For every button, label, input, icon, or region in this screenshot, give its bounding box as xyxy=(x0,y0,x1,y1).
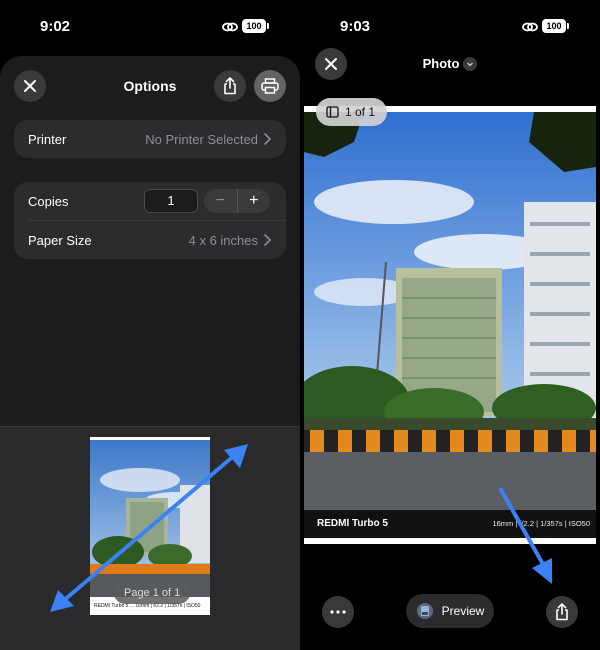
share-icon xyxy=(556,603,568,621)
chevron-down-icon xyxy=(463,56,478,71)
page-count: 1 of 1 xyxy=(345,105,376,119)
bottom-toolbar: Preview xyxy=(300,594,600,630)
status-bar: 9:03 100 xyxy=(300,0,600,52)
link-icon xyxy=(522,22,538,32)
printer-label: Printer xyxy=(28,131,67,147)
options-sheet: Options Printer No Printer Selected Copi… xyxy=(0,56,300,650)
copies-label: Copies xyxy=(28,193,69,209)
photo-title: Photo xyxy=(422,56,460,71)
decrement-button[interactable]: − xyxy=(204,189,238,213)
building-photo xyxy=(304,112,596,510)
print-options-screen: 9:02 100 Options Printer No Printer Sele… xyxy=(0,0,300,650)
thumbnail-photo xyxy=(90,440,210,598)
copies-field[interactable]: 1 xyxy=(144,189,198,213)
chevron-right-icon xyxy=(264,234,272,246)
increment-button[interactable]: + xyxy=(238,189,271,213)
share-button[interactable] xyxy=(214,70,246,102)
page-indicator: Page 1 of 1 xyxy=(114,582,191,604)
exif-specs: 16mm | f/2.2 | 1/357s | ISO50 xyxy=(492,519,590,528)
preview-button[interactable]: Preview xyxy=(406,594,494,628)
share-icon xyxy=(224,77,236,95)
status-bar: 9:02 100 xyxy=(0,0,300,52)
copies-stepper: − + xyxy=(204,189,270,213)
chevron-right-icon xyxy=(264,133,272,145)
more-icon xyxy=(330,610,346,614)
page-icon xyxy=(326,106,339,118)
status-time: 9:03 xyxy=(340,18,371,35)
link-icon xyxy=(222,22,238,32)
printer-icon xyxy=(261,78,279,94)
photo-page[interactable]: REDMI Turbo 5 16mm | f/2.2 | 1/357s | IS… xyxy=(304,106,596,544)
settings-group: Copies 1 − + Paper Size 4 x 6 inches xyxy=(14,182,286,259)
printer-value: No Printer Selected xyxy=(145,131,258,147)
preview-label: Preview xyxy=(441,604,485,618)
paper-size-label: Paper Size xyxy=(28,232,92,248)
battery-indicator: 100 xyxy=(542,19,569,33)
printer-row[interactable]: Printer No Printer Selected xyxy=(14,120,286,158)
battery-indicator: 100 xyxy=(242,19,269,33)
photo-title-menu[interactable]: Photo xyxy=(300,56,600,72)
sheet-header: Options xyxy=(0,56,300,114)
share-button[interactable] xyxy=(546,596,578,628)
viewer-header: Photo xyxy=(300,48,600,84)
copies-row: Copies 1 − + xyxy=(14,182,286,220)
image-stack-icon xyxy=(416,603,433,619)
paper-size-value: 4 x 6 inches xyxy=(188,232,258,248)
page-count-badge: 1 of 1 xyxy=(316,98,388,126)
camera-model: REDMI Turbo 5 xyxy=(317,518,388,529)
paper-size-row[interactable]: Paper Size 4 x 6 inches xyxy=(14,221,286,259)
more-button[interactable] xyxy=(322,596,354,628)
print-preview-area: REDMI Turbo 5 ... 16mm | f/2.2 | 1/357s … xyxy=(0,426,300,650)
photo-caption-bar: REDMI Turbo 5 16mm | f/2.2 | 1/357s | IS… xyxy=(304,510,596,538)
photo-viewer-screen: 9:03 100 Photo REDMI Turbo 5 16mm | f/2.… xyxy=(300,0,600,650)
print-button[interactable] xyxy=(254,70,286,102)
printer-group: Printer No Printer Selected xyxy=(14,120,286,158)
status-time: 9:02 xyxy=(40,18,71,35)
